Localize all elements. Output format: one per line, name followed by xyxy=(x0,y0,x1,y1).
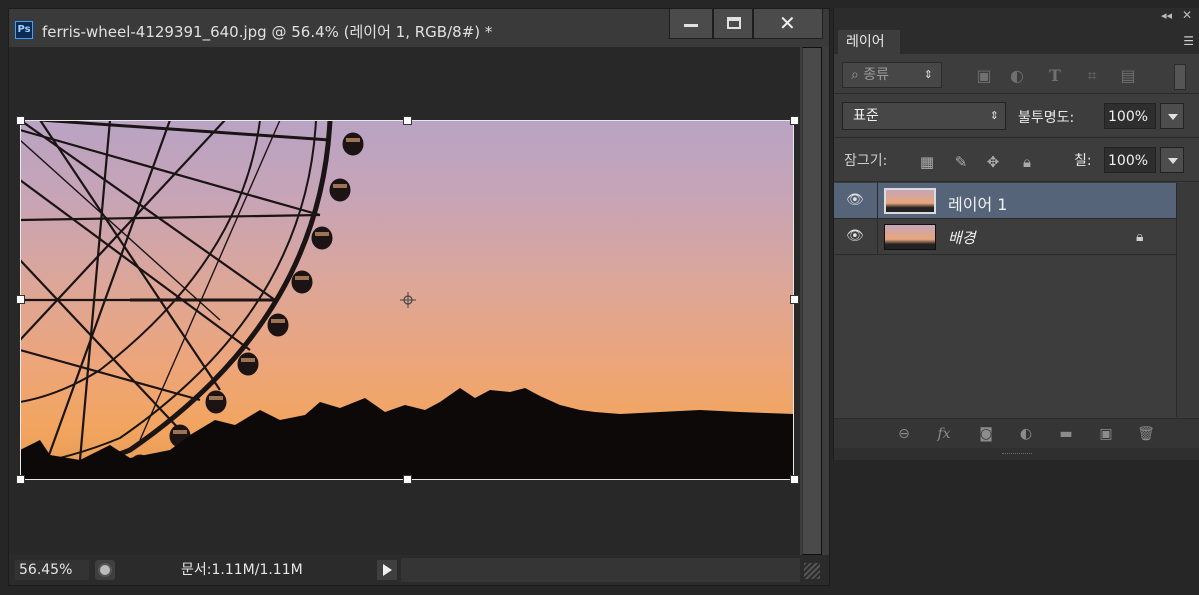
eye-icon: 👁︎ xyxy=(846,192,864,208)
type-filter-icon[interactable]: T xyxy=(1045,66,1065,86)
layer-list-scrollbar[interactable] xyxy=(1176,183,1199,417)
lock-label: 잠그기: xyxy=(844,153,888,169)
lock-all-icon[interactable]: 🔒︎ xyxy=(1018,153,1036,171)
status-info-icon[interactable] xyxy=(95,560,115,580)
opacity-label: 불투명도: xyxy=(1018,110,1075,126)
trash-icon[interactable]: 🗑︎ xyxy=(1136,425,1156,443)
layers-panel: ◂◂ ✕ 레이어 ☰ ⌕ 종류 ⇕ ▣ ◐ T ⌗ ▤ 표준 ⇕ 불투명도: 10… xyxy=(833,8,1199,460)
folder-icon[interactable]: ▬ xyxy=(1056,425,1076,443)
transform-handle-bottom-left[interactable] xyxy=(16,475,25,484)
layer-thumbnail xyxy=(884,188,936,214)
transform-handle-bottom-right[interactable] xyxy=(790,475,799,484)
blend-mode-select[interactable]: 표준 ⇕ xyxy=(842,102,1006,130)
empty-dock-area xyxy=(833,462,1199,588)
transform-handle-bottom[interactable] xyxy=(403,475,412,484)
document-titlebar[interactable]: Ps ferris-wheel-4129391_640.jpg @ 56.4% … xyxy=(9,9,829,47)
close-button[interactable]: ✕ xyxy=(753,9,823,39)
maximize-icon xyxy=(727,17,741,29)
layer-name[interactable]: 레이어 1 xyxy=(948,191,1007,215)
fill-input[interactable]: 100% xyxy=(1104,147,1156,173)
resize-grip-icon[interactable] xyxy=(804,563,820,579)
layer-name[interactable]: 배경 xyxy=(948,227,976,248)
eye-icon: 👁︎ xyxy=(846,228,864,244)
updown-arrow-icon: ⇕ xyxy=(923,68,933,81)
lock-transparent-icon[interactable]: ▦ xyxy=(918,153,936,171)
blend-mode-value: 표준 xyxy=(853,108,879,124)
fill-label: 칠: xyxy=(1074,153,1092,169)
horizontal-scrollbar[interactable] xyxy=(401,558,800,582)
adjustment-icon[interactable]: ◐ xyxy=(1016,425,1036,443)
layer-thumbnail xyxy=(884,224,936,250)
lock-row: 잠그기: ▦ ✎ ✥ 🔒︎ 칠: 100% xyxy=(834,140,1199,182)
minimize-button[interactable] xyxy=(669,9,713,39)
panel-footer: ⊖ fx ◙ ◐ ▬ ▣ 🗑︎ xyxy=(834,418,1199,448)
image-filter-icon[interactable]: ▣ xyxy=(974,66,994,86)
vertical-scrollbar[interactable] xyxy=(800,47,829,555)
lock-icon: 🔒︎ xyxy=(1136,229,1144,245)
status-menu-arrow-icon[interactable] xyxy=(377,560,397,580)
maximize-button[interactable] xyxy=(713,9,753,39)
layer-filter-row: ⌕ 종류 ⇕ ▣ ◐ T ⌗ ▤ xyxy=(834,58,1199,94)
chevron-down-icon xyxy=(1168,158,1178,164)
panel-tabbar: 레이어 ☰ xyxy=(834,26,1199,54)
filter-kind-label: 종류 xyxy=(863,67,890,83)
vertical-scrollbar-thumb[interactable] xyxy=(802,47,822,555)
transform-handle-left[interactable] xyxy=(16,295,25,304)
close-icon: ✕ xyxy=(779,11,796,35)
link-icon[interactable]: ⊖ xyxy=(894,425,914,443)
reference-point-icon[interactable] xyxy=(400,292,416,308)
status-bar: 56.45% 문서:1.11M/1.11M xyxy=(9,555,829,585)
document-window: Ps ferris-wheel-4129391_640.jpg @ 56.4% … xyxy=(8,8,830,586)
panel-menu-icon[interactable]: ☰ xyxy=(1183,34,1194,48)
fill-dropdown-button[interactable] xyxy=(1160,147,1184,173)
layer-row-background[interactable]: 👁︎ 배경 🔒︎ xyxy=(834,219,1176,255)
layer-list: 👁︎ 레이어 1 👁︎ 배경 🔒︎ xyxy=(834,183,1176,417)
collapse-panel-icon[interactable]: ◂◂ xyxy=(1161,9,1172,22)
app-root: Ps ferris-wheel-4129391_640.jpg @ 56.4% … xyxy=(0,0,1199,595)
document-size-info: 문서:1.11M/1.11M xyxy=(181,562,303,578)
tab-layers[interactable]: 레이어 xyxy=(838,30,900,54)
new-layer-icon[interactable]: ▣ xyxy=(1096,425,1116,443)
shape-filter-icon[interactable]: ⌗ xyxy=(1082,66,1102,86)
canvas-area[interactable] xyxy=(9,47,800,555)
filter-kind-select[interactable]: ⌕ 종류 ⇕ xyxy=(842,62,942,88)
transform-handle-top-right[interactable] xyxy=(790,116,799,125)
panel-header: ◂◂ ✕ xyxy=(834,8,1199,26)
visibility-toggle[interactable]: 👁︎ xyxy=(834,183,878,219)
fx-icon[interactable]: fx xyxy=(934,425,954,443)
document-title: ferris-wheel-4129391_640.jpg @ 56.4% (레이… xyxy=(42,23,493,41)
chevron-down-icon xyxy=(1168,114,1178,120)
zoom-level-field[interactable]: 56.45% xyxy=(15,560,89,580)
close-panel-icon[interactable]: ✕ xyxy=(1182,8,1192,22)
updown-arrow-icon: ⇕ xyxy=(989,109,999,122)
lock-position-icon[interactable]: ✥ xyxy=(984,153,1002,171)
search-icon: ⌕ xyxy=(851,67,864,83)
opacity-dropdown-button[interactable] xyxy=(1160,103,1184,129)
adjustment-filter-icon[interactable]: ◐ xyxy=(1007,66,1027,86)
lock-image-icon[interactable]: ✎ xyxy=(952,153,970,171)
mask-icon[interactable]: ◙ xyxy=(976,425,996,443)
transform-handle-top[interactable] xyxy=(403,116,412,125)
blend-row: 표준 ⇕ 불투명도: 100% xyxy=(834,98,1199,138)
layer-row-layer1[interactable]: 👁︎ 레이어 1 xyxy=(834,183,1176,219)
photoshop-icon: Ps xyxy=(15,21,33,39)
opacity-input[interactable]: 100% xyxy=(1104,103,1156,129)
minimize-icon xyxy=(684,24,698,27)
visibility-toggle[interactable]: 👁︎ xyxy=(834,219,878,255)
transform-handle-top-left[interactable] xyxy=(16,116,25,125)
filter-toggle-switch[interactable] xyxy=(1174,64,1186,90)
smart-object-filter-icon[interactable]: ▤ xyxy=(1118,66,1138,86)
panel-resize-grip[interactable] xyxy=(834,448,1199,460)
transform-handle-right[interactable] xyxy=(790,295,799,304)
